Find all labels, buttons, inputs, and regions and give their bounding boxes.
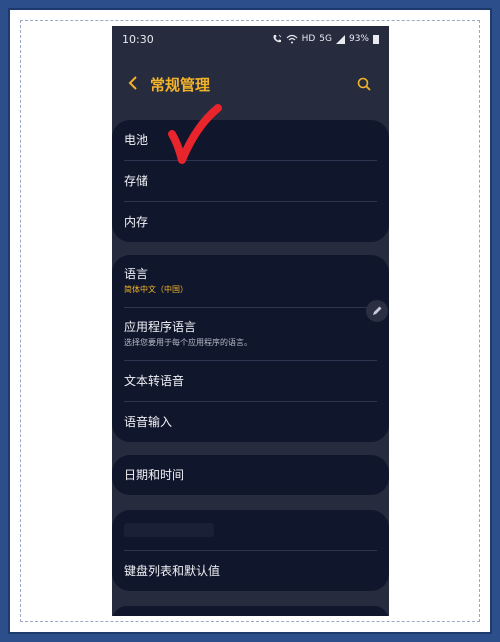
- phone-screen: 10:30 HD 5G 93% 常规管理 电池 存储 内存 语言 简体中文（中国…: [112, 26, 389, 616]
- settings-group-device-care: 电池 存储 内存: [112, 120, 389, 242]
- list-item-memory[interactable]: 内存: [124, 202, 377, 242]
- list-item-storage[interactable]: 存储: [124, 161, 377, 202]
- battery-percent: 93%: [348, 34, 369, 44]
- wifi-icon: [286, 34, 298, 44]
- signal-label: 5G: [319, 34, 332, 44]
- page-title: 常规管理: [150, 75, 211, 94]
- app-header: 常规管理: [112, 66, 389, 102]
- list-item-label: 语音输入: [124, 415, 173, 429]
- call-icon: [273, 34, 281, 43]
- list-item-current-value: 简体中文（中国）: [124, 285, 188, 294]
- status-icons: HD 5G 93%: [272, 34, 379, 44]
- list-item-label: 键盘列表和默认值: [124, 564, 221, 578]
- settings-group-language: 语言 简体中文（中国） 应用程序语言 选择您要用于每个应用程序的语言。 文本转语…: [112, 255, 389, 442]
- search-icon[interactable]: [355, 75, 373, 93]
- settings-group-keyboard: 键盘列表和默认值: [112, 510, 389, 591]
- list-item-voice-input[interactable]: 语音输入: [124, 402, 377, 442]
- blurred-item-placeholder: [124, 523, 214, 537]
- signal-icon: [335, 34, 345, 44]
- list-item-label: 存储: [124, 174, 149, 188]
- list-item-label: 应用程序语言: [124, 320, 197, 334]
- list-item-description: 选择您要用于每个应用程序的语言。: [124, 338, 252, 347]
- list-item-date-time[interactable]: 日期和时间: [124, 455, 377, 495]
- battery-icon: [373, 34, 379, 44]
- chevron-left-icon[interactable]: [128, 75, 146, 94]
- list-item-label: 文本转语音: [124, 374, 185, 388]
- list-item-obscured[interactable]: [124, 510, 377, 551]
- list-item-app-language[interactable]: 应用程序语言 选择您要用于每个应用程序的语言。: [124, 308, 377, 361]
- hd-label: HD: [301, 34, 316, 44]
- status-bar: 10:30 HD 5G 93%: [112, 26, 389, 52]
- list-item-label: 电池: [124, 133, 149, 147]
- list-item-label: 内存: [124, 215, 149, 229]
- list-item-battery[interactable]: 电池: [124, 120, 377, 161]
- list-item-keyboard-list[interactable]: 键盘列表和默认值: [124, 551, 377, 591]
- status-time: 10:30: [122, 32, 154, 46]
- settings-group-date-time: 日期和时间: [112, 455, 389, 495]
- list-item-label: 日期和时间: [124, 468, 185, 482]
- list-item-text-to-speech[interactable]: 文本转语音: [124, 361, 377, 402]
- list-item-label: 语言: [124, 267, 149, 281]
- pencil-icon[interactable]: [366, 300, 388, 322]
- settings-group-partial: [112, 606, 389, 616]
- list-item-language[interactable]: 语言 简体中文（中国）: [124, 255, 377, 308]
